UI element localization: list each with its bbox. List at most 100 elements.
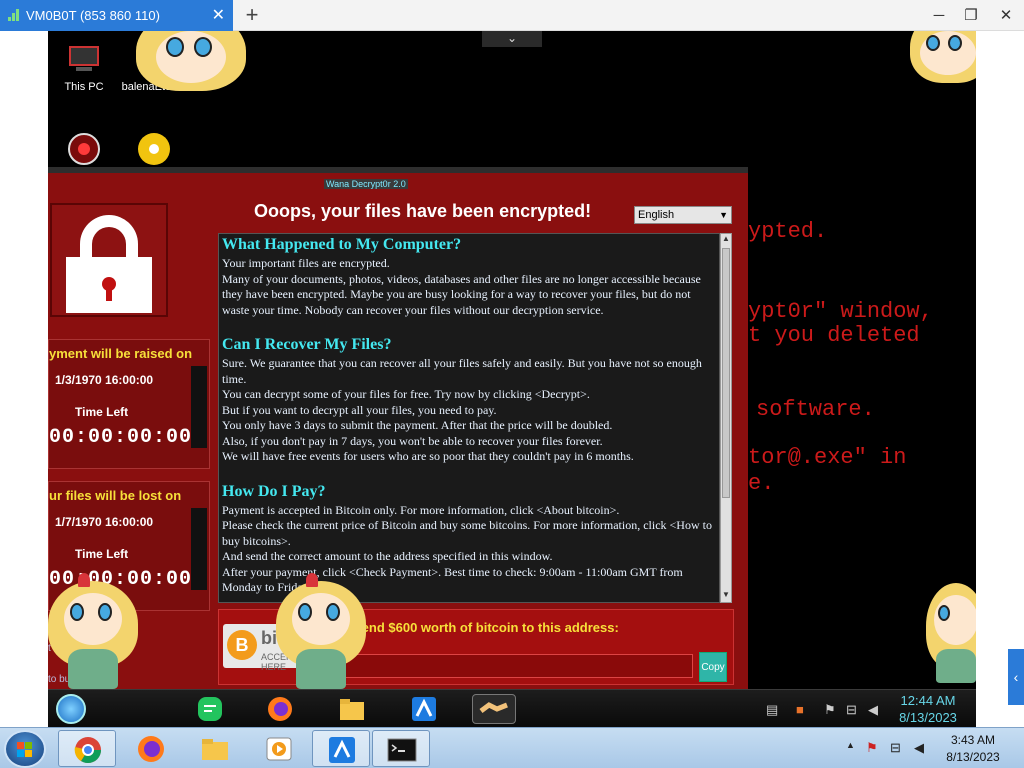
cartoon-character-image: [926, 573, 976, 683]
firefox-icon: [136, 734, 166, 764]
network-icon[interactable]: ⊟: [846, 702, 857, 718]
section-paragraph: Your important files are encrypted.: [222, 256, 390, 270]
progress-bar: [191, 366, 207, 448]
ransom-window[interactable]: Wana Decrypt0r 2.0 Ooops, your files hav…: [48, 167, 748, 689]
wallpaper-text-1: ypted.: [748, 219, 828, 244]
command-prompt-icon: [387, 735, 417, 765]
section-heading: How Do I Pay?: [222, 482, 326, 500]
handshake-icon[interactable]: [472, 694, 516, 724]
remote-start-button[interactable]: [56, 694, 86, 724]
ransom-note-scrollbar[interactable]: ▲ ▼: [720, 233, 732, 603]
cartoon-character-image: [276, 571, 366, 691]
ransom-window-title: Wana Decrypt0r 2.0: [324, 179, 408, 189]
ransom-note-text[interactable]: What Happened to My Computer? Your impor…: [218, 233, 720, 603]
section-paragraph: But if you want to decrypt all your file…: [222, 402, 497, 417]
taskbar-cmd[interactable]: [372, 730, 430, 767]
cartoon-character-image: [136, 31, 246, 91]
bitcoin-icon: B: [227, 630, 257, 660]
flag-icon[interactable]: ⚑: [824, 702, 836, 718]
remote-date: 8/13/2023: [899, 710, 957, 725]
session-tab-title: VM0B0T (853 860 110): [26, 8, 160, 23]
minimize-button[interactable]: ─: [928, 6, 950, 26]
section-paragraph: Sure. We guarantee that you can recover …: [222, 356, 702, 386]
section-heading: Can I Recover My Files?: [222, 336, 392, 353]
section-paragraph: Also, if you don't pay in 7 days, you wo…: [222, 433, 603, 448]
remote-clock[interactable]: 12:44 AM 8/13/2023: [884, 692, 972, 726]
wallpaper-text-2: ypt0r" window,: [748, 299, 933, 324]
cartoon-character-image: [910, 31, 976, 83]
folder-icon: [200, 734, 230, 764]
desktop-icon-virus[interactable]: [48, 131, 120, 171]
chrome-icon: [73, 735, 103, 765]
restore-button[interactable]: ❐: [960, 6, 982, 26]
chevron-down-icon: ▼: [719, 210, 728, 220]
wallpaper-text-6: e.: [748, 471, 775, 496]
start-button[interactable]: [4, 730, 46, 768]
side-panel-toggle[interactable]: ‹: [1008, 649, 1024, 705]
countdown-timer: 00:00:00:00: [49, 426, 193, 449]
language-select[interactable]: English ▼: [634, 206, 732, 224]
wallpaper-text-5: tor@.exe" in: [748, 445, 907, 470]
ransom-headline: Ooops, your files have been encrypted!: [254, 201, 592, 221]
remote-taskbar: ▤ ■ ⚑ ⊟ ◀ 12:44 AM 8/13/2023: [48, 689, 976, 727]
taskbar-time: 3:43 AM: [950, 733, 996, 747]
title-bar: VM0B0T (853 860 110) ✕ + ─ ❐ ✕: [0, 0, 1024, 31]
files-lost-date: 1/7/1970 16:00:00: [55, 515, 154, 529]
payment-raise-title: yment will be raised on: [49, 346, 193, 361]
anydesk-icon[interactable]: [408, 694, 440, 724]
time-left-label: Time Left: [75, 405, 129, 419]
toolbar-dropdown-button[interactable]: ⌄: [482, 31, 542, 47]
scroll-up-icon[interactable]: ▲: [721, 234, 731, 246]
section-heading: What Happened to My Computer?: [222, 236, 462, 253]
disc-icon: [136, 131, 172, 167]
taskbar-anydesk[interactable]: [312, 730, 370, 767]
payment-raise-panel: yment will be raised on 1/3/1970 16:00:0…: [48, 339, 210, 469]
firefox-icon[interactable]: [264, 694, 296, 724]
tab-close-icon[interactable]: ✕: [212, 0, 225, 31]
scroll-down-icon[interactable]: ▼: [721, 590, 731, 602]
language-value: English: [638, 209, 675, 221]
desktop-icon-disc[interactable]: [118, 131, 190, 171]
volume-icon[interactable]: ◀: [914, 740, 924, 756]
remote-viewport[interactable]: ⌄ ypted. ypt0r" window, t you deleted so…: [0, 31, 1024, 727]
volume-icon[interactable]: ◀: [868, 702, 878, 718]
close-button[interactable]: ✕: [995, 6, 1017, 26]
remote-desktop[interactable]: ⌄ ypted. ypt0r" window, t you deleted so…: [48, 31, 976, 727]
desktop-icon-this-pc[interactable]: This PC: [48, 41, 120, 93]
progress-bar: [191, 508, 207, 590]
action-center-icon[interactable]: ⚑: [866, 740, 878, 756]
scroll-thumb[interactable]: [722, 248, 730, 498]
section-paragraph: Payment is accepted in Bitcoin only. For…: [222, 502, 620, 517]
app-tray-icon[interactable]: ■: [796, 702, 804, 717]
taskbar: ▲ ⚑ ⊟ ◀ 3:43 AM 8/13/2023: [0, 727, 1024, 768]
section-paragraph: Please check the current price of Bitcoi…: [222, 518, 712, 548]
anydesk-icon: [327, 735, 357, 765]
session-tab[interactable]: VM0B0T (853 860 110) ✕: [0, 0, 233, 31]
files-lost-title: ur files will be lost on: [49, 488, 182, 503]
section-paragraph: You can decrypt some of your files for f…: [222, 387, 590, 401]
network-icon[interactable]: ⊟: [890, 740, 901, 756]
show-hidden-icons-button[interactable]: ▲: [846, 740, 855, 750]
computer-icon: [66, 41, 102, 77]
chat-app-icon[interactable]: [194, 694, 226, 724]
taskbar-firefox[interactable]: [122, 730, 180, 767]
new-tab-button[interactable]: +: [241, 3, 263, 27]
taskbar-clock[interactable]: 3:43 AM 8/13/2023: [938, 732, 1008, 766]
taskbar-file-explorer[interactable]: [186, 730, 244, 767]
taskbar-chrome[interactable]: [58, 730, 116, 767]
file-explorer-icon[interactable]: [336, 694, 368, 724]
section-paragraph: You only have 3 days to submit the payme…: [222, 418, 613, 432]
media-player-icon: [264, 734, 294, 764]
taskbar-media-player[interactable]: [250, 730, 308, 767]
copy-button[interactable]: Copy: [699, 652, 727, 682]
section-paragraph: Many of your documents, photos, videos, …: [222, 271, 701, 317]
wallpaper-text-3: t you deleted: [748, 323, 920, 348]
signal-icon: [8, 9, 22, 21]
desktop-icon-label: This PC: [64, 81, 104, 93]
keyboard-icon[interactable]: ▤: [766, 702, 778, 718]
windows-logo-icon: [17, 742, 33, 758]
section-paragraph: And send the correct amount to the addre…: [222, 549, 553, 563]
screen: VM0B0T (853 860 110) ✕ + ─ ❐ ✕ ⌄ ypted. …: [0, 0, 1024, 768]
padlock-icon: [50, 203, 168, 317]
payment-instruction: Send $600 worth of bitcoin to this addre…: [353, 620, 619, 635]
